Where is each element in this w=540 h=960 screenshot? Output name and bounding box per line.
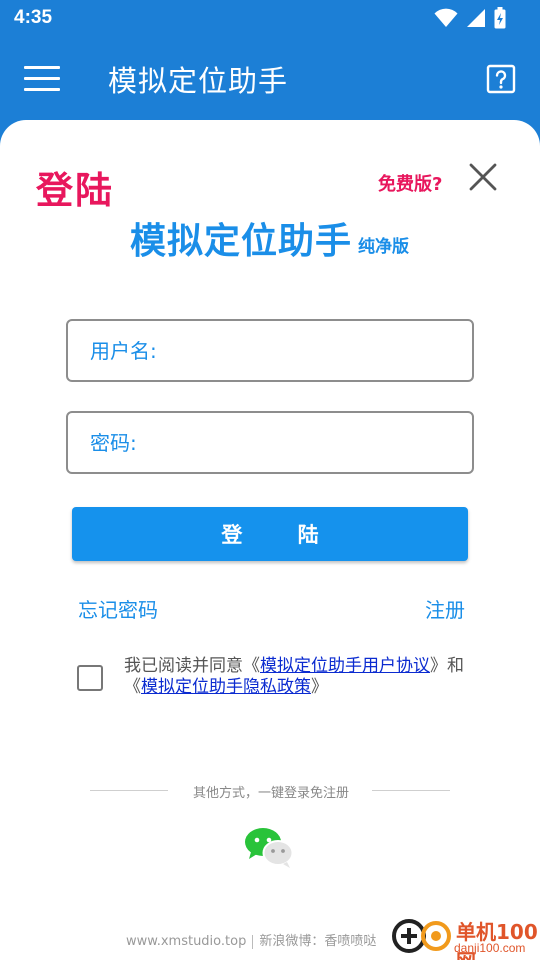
other-methods-label: 其他方式，一键登录免注册 bbox=[192, 786, 349, 801]
app-title: 模拟定位助手 bbox=[108, 64, 289, 98]
signal-icon bbox=[467, 9, 485, 27]
privacy-policy-link[interactable]: 模拟定位助手隐私政策 bbox=[141, 677, 311, 697]
wechat-icon[interactable] bbox=[243, 826, 297, 870]
watermark-url: danji100.com bbox=[454, 941, 526, 955]
password-input[interactable] bbox=[68, 413, 472, 472]
app-bar: 模拟定位助手 bbox=[0, 38, 540, 120]
wifi-icon bbox=[434, 8, 458, 27]
status-icons bbox=[434, 7, 506, 29]
footer: www.xmstudio.top 新浪微博：香喷喷哒 bbox=[126, 930, 376, 949]
status-time: 4:35 bbox=[14, 7, 53, 28]
username-input[interactable] bbox=[68, 321, 472, 380]
forgot-password-link[interactable]: 忘记密码 bbox=[78, 594, 158, 623]
agree-checkbox[interactable] bbox=[77, 665, 103, 691]
login-heading: 登陆 bbox=[36, 169, 114, 212]
password-field-box bbox=[66, 411, 474, 474]
help-icon[interactable] bbox=[486, 64, 516, 94]
footer-website: www.xmstudio.top bbox=[126, 934, 247, 949]
free-version-link[interactable]: 免费版? bbox=[378, 170, 442, 196]
status-bar: 4:35 bbox=[0, 0, 540, 38]
footer-weibo: 新浪微博：香喷喷哒 bbox=[259, 934, 377, 949]
login-card: 登陆 免费版? 模拟定位助手 纯净版 登 陆 忘记密码 注册 我已阅读并同意《模… bbox=[0, 120, 540, 960]
menu-icon[interactable] bbox=[24, 66, 62, 92]
login-button[interactable]: 登 陆 bbox=[72, 507, 468, 561]
divider-right bbox=[372, 790, 450, 791]
agreement-text: 我已阅读并同意《模拟定位助手用户协议》和《模拟定位助手隐私政策》 bbox=[124, 656, 464, 697]
brand-title: 模拟定位助手 bbox=[130, 221, 353, 262]
username-field-box bbox=[66, 319, 474, 382]
user-agreement-link[interactable]: 模拟定位助手用户协议 bbox=[260, 656, 430, 676]
brand-subtitle: 纯净版 bbox=[358, 237, 409, 257]
close-icon[interactable] bbox=[468, 162, 498, 192]
watermark-logo-icon bbox=[392, 919, 451, 953]
divider-left bbox=[90, 790, 168, 791]
battery-icon bbox=[494, 7, 506, 29]
register-link[interactable]: 注册 bbox=[425, 594, 465, 623]
watermark: 单机100网 danji100.com bbox=[392, 914, 540, 960]
